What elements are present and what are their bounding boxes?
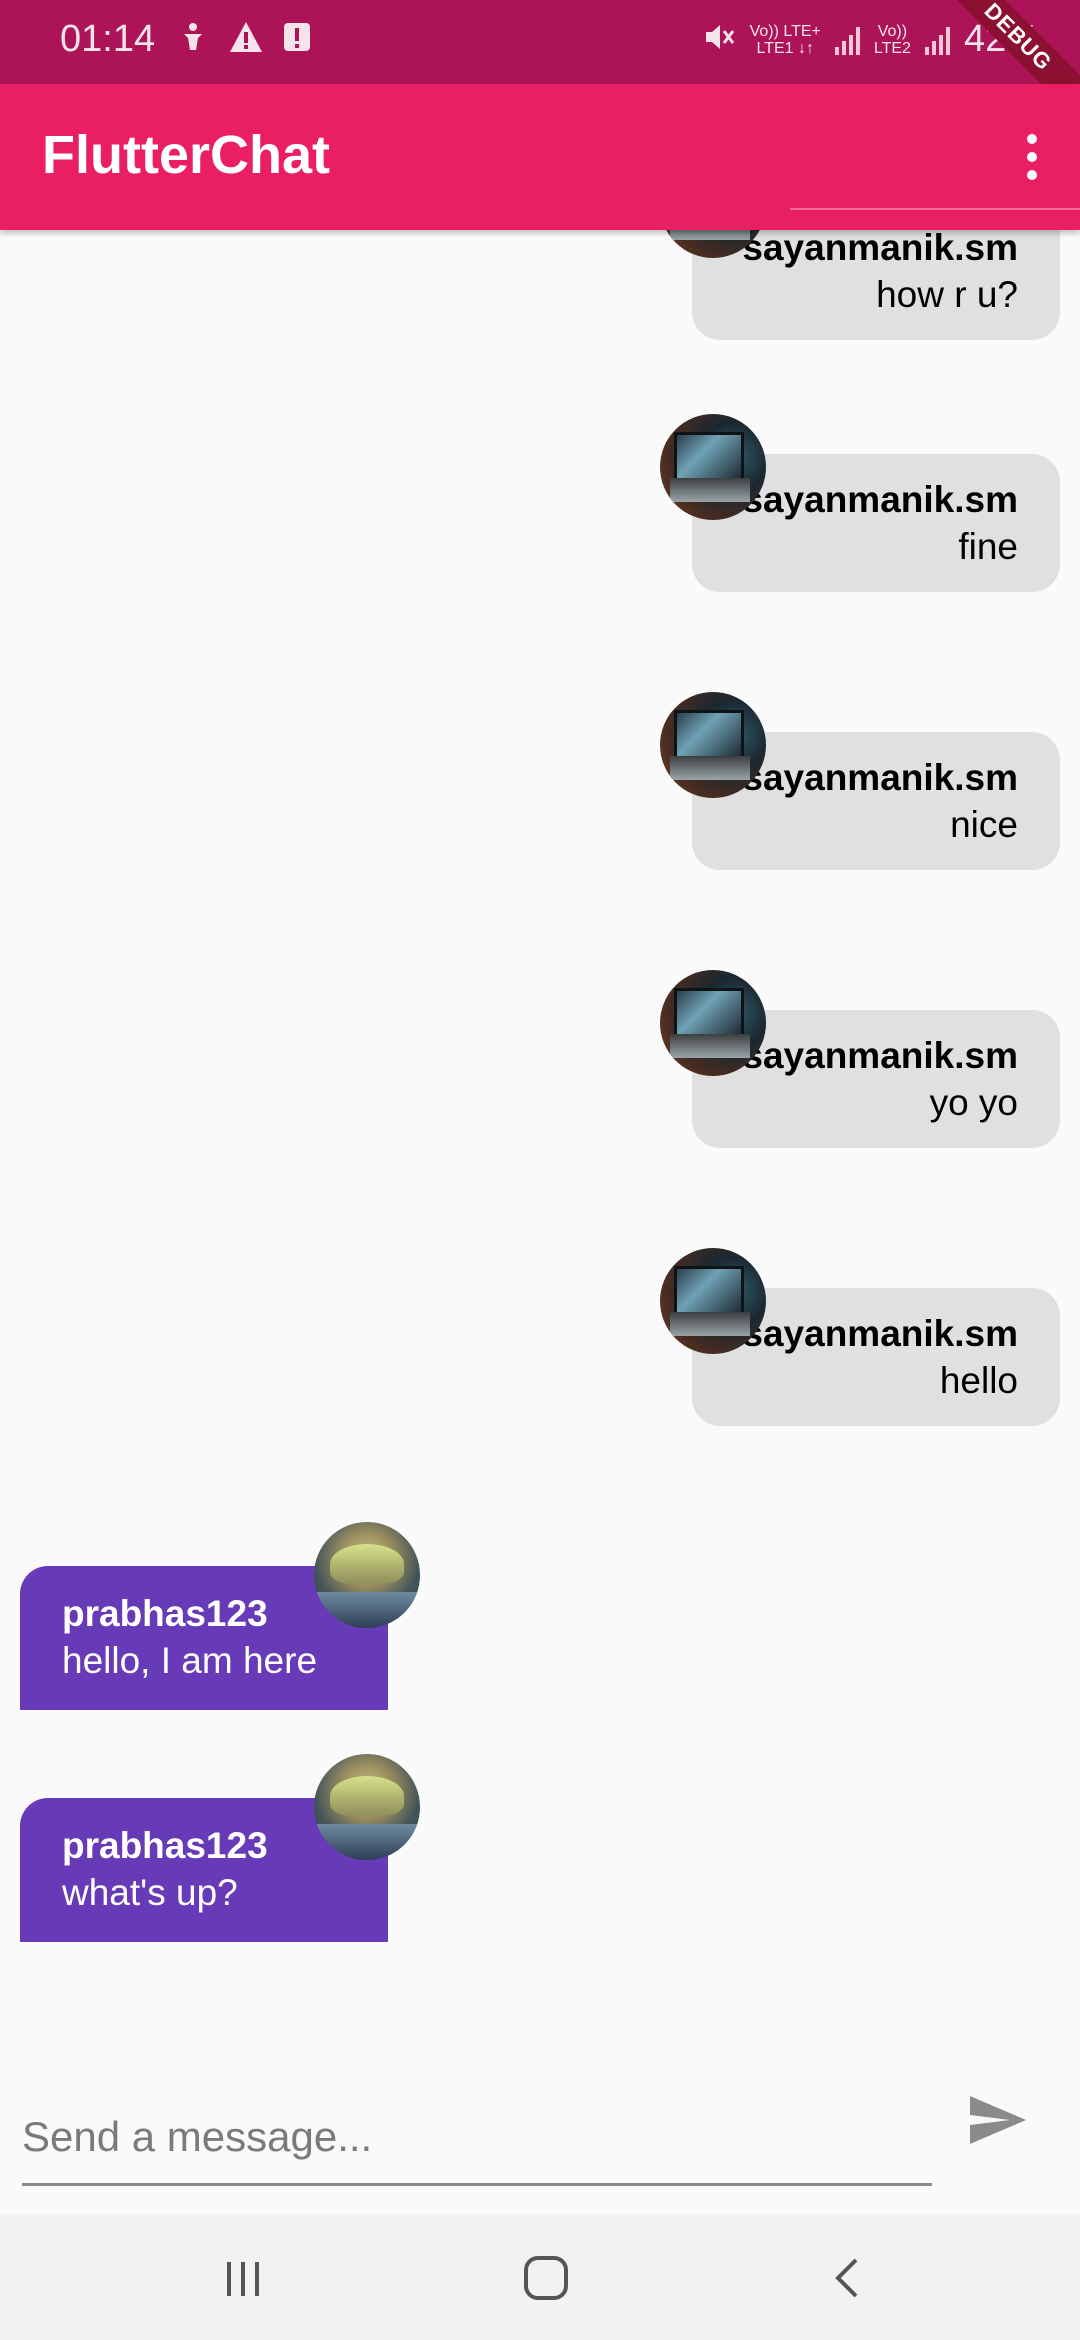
back-button[interactable] xyxy=(812,2242,884,2314)
signal-icon xyxy=(834,25,860,55)
sim2-sub: LTE2 xyxy=(873,39,911,57)
sim1-sub: LTE1 ↓↑ xyxy=(756,39,814,57)
app-bar: FlutterChat xyxy=(0,84,1080,230)
message-item: sayanmanik.sm how r u? xyxy=(660,230,1060,340)
message-item: sayanmanik.sm fine xyxy=(660,414,1060,592)
recents-button[interactable] xyxy=(207,2242,279,2314)
send-button[interactable] xyxy=(966,2088,1030,2152)
home-button[interactable] xyxy=(510,2242,582,2314)
app-bar-divider xyxy=(790,208,1080,210)
back-icon xyxy=(835,2258,858,2298)
mute-icon xyxy=(702,20,736,59)
message-item: sayanmanik.sm hello xyxy=(660,1248,1060,1426)
message-text: what's up? xyxy=(62,1872,238,1913)
laptop-avatar xyxy=(660,414,766,520)
message-item: prabhas123 hello, I am here xyxy=(20,1522,420,1710)
system-nav-bar xyxy=(0,2214,1080,2340)
message-input[interactable] xyxy=(22,2070,932,2186)
message-text: nice xyxy=(950,804,1018,845)
message-item: sayanmanik.sm nice xyxy=(660,692,1060,870)
message-text: hello, I am here xyxy=(62,1640,318,1681)
message-bubble: sayanmanik.sm how r u? xyxy=(692,230,1060,340)
alert-icon xyxy=(282,20,312,63)
sim1-label: Vo)) LTE+ xyxy=(749,22,821,40)
message-item: prabhas123 what's up? xyxy=(20,1754,420,1942)
status-time: 01:14 xyxy=(60,18,156,60)
message-text: fine xyxy=(958,526,1018,567)
home-icon xyxy=(524,2256,568,2300)
message-text: how r u? xyxy=(876,274,1018,315)
recents-icon xyxy=(227,2262,259,2296)
signal-icon xyxy=(924,25,950,55)
more-vert-icon xyxy=(1027,134,1037,144)
send-icon xyxy=(970,2096,1026,2144)
message-list[interactable]: sayanmanik.sm how r u? sayanmanik.sm fin… xyxy=(0,230,1080,2030)
app-title: FlutterChat xyxy=(42,125,330,185)
message-text: yo yo xyxy=(929,1082,1018,1123)
hat-avatar xyxy=(314,1754,420,1860)
hat-avatar xyxy=(314,1522,420,1628)
status-notification-icons xyxy=(176,20,312,63)
accessibility-icon xyxy=(176,20,210,63)
message-composer xyxy=(0,2030,1080,2214)
sim1-indicator: Vo)) LTE+ LTE1 ↓↑ xyxy=(750,23,821,57)
status-bar: 01:14 Vo)) LTE+ LTE1 ↓↑ Vo)) LTE2 42% xyxy=(0,0,1080,127)
laptop-avatar xyxy=(660,692,766,798)
message-item: sayanmanik.sm yo yo xyxy=(660,970,1060,1148)
laptop-avatar xyxy=(660,970,766,1076)
sim2-indicator: Vo)) LTE2 xyxy=(874,23,911,57)
message-username: sayanmanik.sm xyxy=(742,230,1018,268)
warning-icon xyxy=(228,20,264,63)
message-text: hello xyxy=(939,1360,1018,1401)
more-options-button[interactable] xyxy=(1002,124,1062,190)
laptop-avatar xyxy=(660,1248,766,1354)
sim2-label: Vo)) xyxy=(877,22,908,40)
